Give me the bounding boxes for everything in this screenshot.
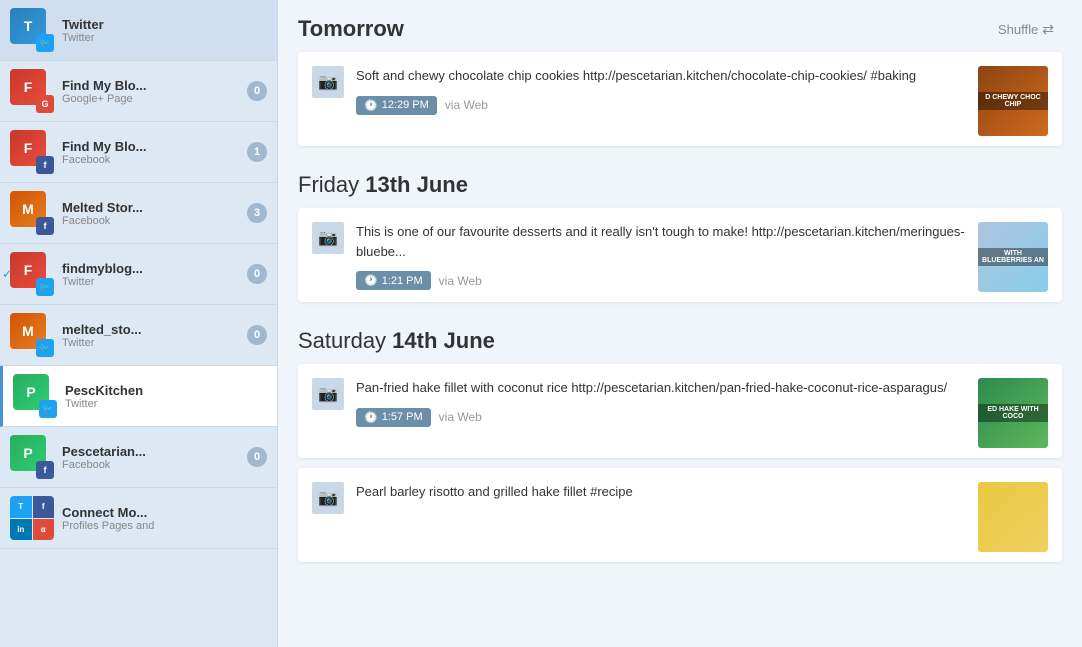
multi-avatar: Tfinα [10,496,54,540]
sidebar-item-name: findmyblog... [62,261,247,276]
section-title: Friday 13th June [298,172,468,198]
twitter-badge-icon: 🐦 [39,400,57,418]
sidebar-item-meltedstory-facebook[interactable]: ✓MfMelted Stor...Facebook3 [0,183,277,244]
sidebar-item-findmyblog-twitter[interactable]: ✓F🐦findmyblog...Twitter0 [0,244,277,305]
post-meta: 1:57 PM via Web [356,408,966,427]
shuffle-button[interactable]: Shuffle [990,17,1062,42]
post-card: 📷 Pan-fried hake fillet with coconut rice… [298,364,1062,458]
avatar-wrap: Mf [10,191,54,235]
sidebar-item-pescetarian-facebook[interactable]: ✓PfPescetarian...Facebook0 [0,427,277,488]
post-placeholder-icon: 📷 [312,66,344,98]
post-body: Pan-fried hake fillet with coconut rice … [356,378,966,427]
count-badge: 0 [247,264,267,284]
sidebar-item-name: Connect Mo... [62,505,267,520]
sidebar-item-type: Twitter [62,32,267,44]
post-text: Pearl barley risotto and grilled hake fi… [356,482,966,502]
section-title: Tomorrow [298,16,404,42]
post-via: via Web [445,98,488,112]
post-meta: 12:29 PM via Web [356,96,966,115]
twitter-badge-icon: 🐦 [36,278,54,296]
post-placeholder-icon: 📷 [312,482,344,514]
post-body: Soft and chewy chocolate chip cookies ht… [356,66,966,115]
post-thumbnail: D CHEWY CHOC CHIP [978,66,1048,136]
count-badge: 0 [247,447,267,467]
thumbnail-label: WITH BLUEBERRIES AN [978,248,1048,266]
sidebar-item-type: Profiles Pages and [62,520,267,532]
avatar-wrap: T🐦 [10,8,54,52]
post-text: Pan-fried hake fillet with coconut rice … [356,378,966,398]
google-badge-icon: G [36,95,54,113]
avatar-wrap: Pf [10,435,54,479]
sidebar-item-name: melted_sto... [62,322,247,337]
post-time: 1:21 PM [356,271,431,290]
count-badge: 0 [247,81,267,101]
post-card: 📷 Soft and chewy chocolate chip cookies h… [298,52,1062,146]
twitter-badge-icon: 🐦 [36,34,54,52]
sidebar-item-type: Facebook [62,459,247,471]
sidebar-item-type: Twitter [62,337,247,349]
sidebar-item-name: PescKitchen [65,383,267,398]
sidebar-item-connect-more[interactable]: ✓TfinαConnect Mo...Profiles Pages and [0,488,277,549]
shuffle-icon [1042,21,1054,38]
facebook-badge-icon: f [36,217,54,235]
twitter-badge-icon: 🐦 [36,339,54,357]
count-badge: 1 [247,142,267,162]
avatar-wrap: F🐦 [10,252,54,296]
post-body: Pearl barley risotto and grilled hake fi… [356,482,966,512]
post-placeholder-icon: 📷 [312,378,344,410]
main-content: Tomorrow Shuffle 📷 Soft and chewy chocolat… [278,0,1082,647]
post-time: 1:57 PM [356,408,431,427]
post-meta: 1:21 PM via Web [356,271,966,290]
post-placeholder-icon: 📷 [312,222,344,254]
avatar-wrap: Ff [10,130,54,174]
section-header-tomorrow: Tomorrow Shuffle [298,0,1062,52]
post-thumbnail: WITH BLUEBERRIES AN [978,222,1048,292]
post-card: 📷 This is one of our favourite desserts a… [298,208,1062,302]
clock-icon [364,99,378,112]
count-badge: 3 [247,203,267,223]
post-time: 12:29 PM [356,96,437,115]
sidebar-item-name: Pescetarian... [62,444,247,459]
sidebar-item-type: Twitter [65,398,267,410]
sidebar-item-type: Twitter [62,276,247,288]
sidebar-item-twitter-1[interactable]: ✓T🐦TwitterTwitter [0,0,277,61]
post-text: This is one of our favourite desserts an… [356,222,966,261]
sidebar-item-findmyblo-facebook[interactable]: ✓FfFind My Blo...Facebook1 [0,122,277,183]
sidebar-item-name: Melted Stor... [62,200,247,215]
section-header-friday: Friday 13th June [298,156,1062,208]
avatar-wrap: FG [10,69,54,113]
post-text: Soft and chewy chocolate chip cookies ht… [356,66,966,86]
sidebar-item-type: Facebook [62,154,247,166]
count-badge: 0 [247,325,267,345]
sidebar-item-type: Google+ Page [62,93,247,105]
clock-icon [364,274,378,287]
post-thumbnail: ED HAKE WITH COCO [978,378,1048,448]
section-title-text: Tomorrow [298,16,404,41]
sidebar-item-melted-twitter[interactable]: ✓M🐦melted_sto...Twitter0 [0,305,277,366]
sidebar-item-type: Facebook [62,215,247,227]
sidebar-item-name: Twitter [62,17,267,32]
clock-icon [364,411,378,424]
post-body: This is one of our favourite desserts an… [356,222,966,290]
section-title: Saturday 14th June [298,328,495,354]
sidebar-item-name: Find My Blo... [62,139,247,154]
post-card: 📷 Pearl barley risotto and grilled hake f… [298,468,1062,562]
post-thumbnail [978,482,1048,552]
facebook-badge-icon: f [36,461,54,479]
post-via: via Web [439,410,482,424]
avatar-wrap: P🐦 [13,374,57,418]
post-via: via Web [439,274,482,288]
avatar-wrap: M🐦 [10,313,54,357]
thumbnail-label: ED HAKE WITH COCO [978,404,1048,422]
facebook-badge-icon: f [36,156,54,174]
sidebar-item-findmyblo-google[interactable]: ✓FGFind My Blo...Google+ Page0 [0,61,277,122]
sidebar-item-pesckitchen-twitter[interactable]: ✓P🐦PescKitchenTwitter [0,366,277,427]
sidebar-item-name: Find My Blo... [62,78,247,93]
thumbnail-label: D CHEWY CHOC CHIP [978,92,1048,110]
section-header-saturday: Saturday 14th June [298,312,1062,364]
sidebar: ✓T🐦TwitterTwitter✓FGFind My Blo...Google… [0,0,278,647]
